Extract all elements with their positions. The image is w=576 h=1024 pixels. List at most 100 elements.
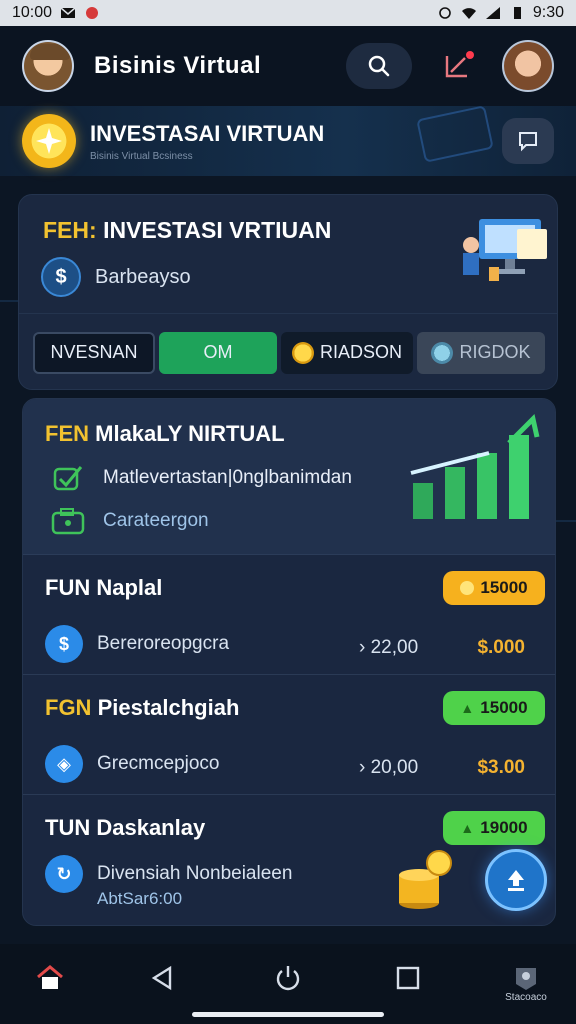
dollar-icon: $ [45,625,83,663]
tab-label: OM [203,342,233,362]
computer-illustration-icon [463,219,547,281]
up-arrow-icon: ▲ [460,820,475,836]
feature-title-text: MlakaLY NIRTUAL [95,421,285,446]
item-subtitle: Bereroreopgcra [97,633,230,654]
list-item[interactable]: FUN Naplal 15000 $ Bereroreopgcra › 22,0… [23,555,555,675]
nav-recents[interactable] [390,960,426,996]
investment-panel: FEH: INVESTASI VRTIUAN $ Barbeayso NVESN… [18,194,558,390]
sparkle-icon [36,128,62,154]
mail-icon [60,7,76,18]
amount-badge: 15000 [443,571,545,605]
panel-title: FEH: INVESTASI VRTIUAN [43,217,331,244]
back-triangle-icon [151,965,172,991]
power-icon [276,966,300,991]
upload-fab-button[interactable] [485,849,547,911]
shield-icon: ◈ [45,745,83,783]
globe-icon [431,341,454,364]
tab-strip: NVESNAN OM RIADSON RIGDOK [19,313,557,389]
list-item[interactable]: FGN Piestalchgiah ▲ 15000 ◈ Grecmcepjoco… [23,675,555,795]
notification-button[interactable] [434,43,480,89]
item-amount-value: 20,00 [370,757,419,778]
item-title: TUN Daskanlay [45,815,205,841]
item-subtitle: Divensiah Nonbeialeen [97,863,293,884]
feature-line-1: Matlevertastan|0nglbanimdan [103,467,352,488]
list-item[interactable]: TUN Daskanlay ▲ 19000 ↻ Divensiah Nonbei… [23,795,555,915]
notification-dot [466,51,474,59]
item-subtitle-2: AbtSar6:00 [97,889,183,908]
item-subtitle: Grecmcepjoco [97,753,220,774]
badge-value: 15000 [480,698,528,717]
wallet-icon [51,508,85,535]
app-title: Bisinis Virtual [94,52,262,79]
home-indicator[interactable] [192,1012,384,1017]
item-price: $.000 [477,637,525,658]
chat-button[interactable] [502,118,554,164]
tab-rigdok[interactable]: RIGDOK [417,331,545,374]
panel-title-text: INVESTASI VRTIUAN [103,217,332,243]
tab-label: NVESNAN [50,342,138,362]
search-icon [368,55,390,77]
coin-stack-icon [399,850,452,909]
nav-profile[interactable] [508,960,544,996]
avatar[interactable] [22,40,74,92]
tab-riadson[interactable]: RIADSON [281,331,413,374]
user-badge-icon [516,968,536,990]
bg-line [0,300,20,302]
coin-icon [291,341,314,364]
badge-value: 19000 [480,818,528,837]
app-header: Bisinis Virtual [0,26,576,106]
feature-panel[interactable]: FEN MlakaLY NIRTUAL Matlevertastan|0nglb… [23,399,555,555]
status-bar: 10:00 9:30 [0,0,576,26]
status-battery-text: 9:30 [532,4,564,21]
profile-avatar[interactable] [502,40,554,92]
item-title-text: Naplal [96,575,163,600]
item-title-text: Daskanlay [96,815,206,840]
panel-subtitle: Barbeayso [95,265,191,288]
feature-title-prefix: FEN [45,421,89,446]
item-title: FGN Piestalchgiah [45,695,239,721]
upload-icon [508,870,524,891]
up-arrow-icon: ▲ [460,700,475,716]
alarm-icon [439,7,451,19]
banner: INVESTASAI VIRTUAN Bisinis Virtual Bcsin… [0,105,576,176]
signal-icon [485,7,500,19]
amount-badge: ▲ 19000 [443,811,545,845]
growth-chart-icon [410,414,540,519]
search-button[interactable] [346,43,412,89]
home-icon [37,965,63,989]
badge-value: 15000 [480,578,528,597]
item-price: $3.00 [477,757,525,778]
wifi-icon [461,8,476,19]
nav-power[interactable] [270,960,306,996]
tab-investasi[interactable]: NVESNAN [33,331,155,374]
refresh-icon: ↻ [45,855,83,893]
tab-om[interactable]: OM [159,331,277,374]
list-card: FEN MlakaLY NIRTUAL Matlevertastan|0nglb… [22,398,556,926]
item-title-prefix: FUN [45,575,91,600]
app-notification-icon [86,7,99,19]
feature-title: FEN MlakaLY NIRTUAL [45,421,285,447]
item-title-text: Piestalchgiah [97,695,240,720]
amount-badge: ▲ 15000 [443,691,545,725]
battery-icon [513,7,521,19]
item-title: FUN Naplal [45,575,162,601]
status-time: 10:00 [12,4,53,21]
tab-label: RIGDOK [459,342,531,362]
item-amount: › 22,00 [359,637,419,658]
coin-icon [460,581,475,595]
panel-title-prefix: FEH: [43,217,97,243]
checkmark-icon [53,466,83,491]
nav-profile-label: Stacoaco [505,992,547,1003]
bg-line [556,520,576,522]
square-icon [396,966,420,990]
item-amount: › 20,00 [359,757,419,778]
dollar-icon: $ [41,257,81,297]
nav-home[interactable] [32,960,68,996]
item-title-prefix: FGN [45,695,92,720]
tab-label: RIADSON [319,342,402,362]
item-amount-value: 22,00 [370,637,419,658]
nav-back[interactable] [144,960,180,996]
feature-line-2: Carateergon [103,510,209,531]
chat-icon [519,132,537,152]
sun-icon [22,114,76,168]
